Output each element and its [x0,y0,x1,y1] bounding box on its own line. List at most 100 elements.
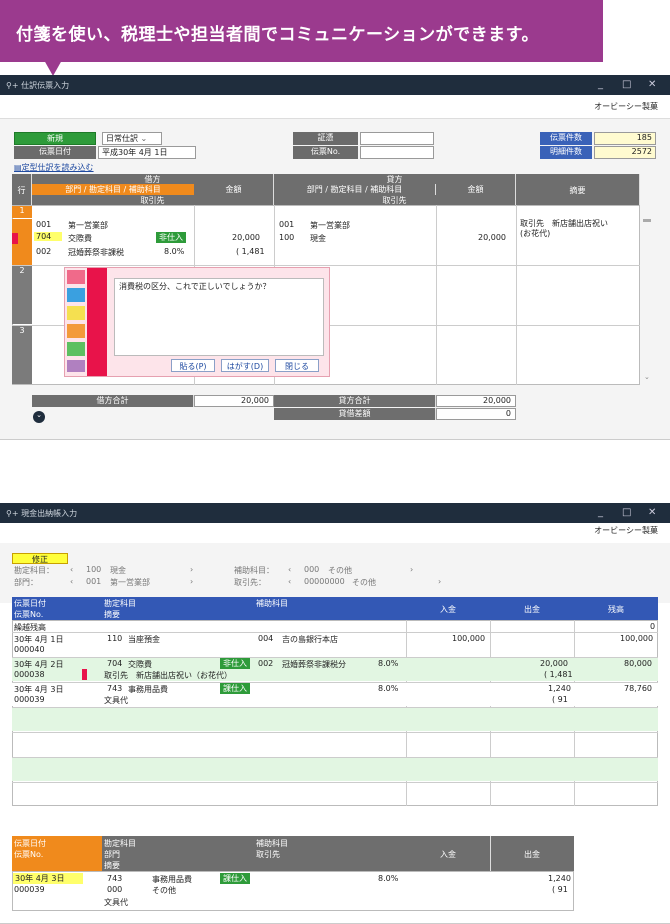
filter-account-next[interactable]: › [190,565,193,574]
slip-no-field[interactable] [360,146,434,159]
row-account-code[interactable]: 704 [107,659,122,668]
credit-account-code[interactable]: 100 [279,233,294,242]
credit-dept-code[interactable]: 001 [279,220,294,229]
credit-account-header: 部門 / 勘定科目 / 補助科目 [274,184,436,195]
footer-out-label: 出金 [524,850,540,859]
color-swatch-yellow[interactable] [67,306,85,320]
sticky-note-marker[interactable] [82,669,87,680]
date-field[interactable]: 平成30年 4月 1日 [98,146,196,159]
filter-account-code[interactable]: 100 [86,565,101,574]
footer-partner-label: 取引先 [256,850,280,859]
minimize-icon[interactable]: _ [598,79,603,90]
close-icon[interactable]: ✕ [648,507,656,518]
filter-partner-code[interactable]: 00000000 [304,577,345,586]
hdr-in: 入金 [440,605,456,614]
debit-account-code[interactable]: 704 [34,232,62,241]
footer-dept-code[interactable]: 000 [107,885,122,894]
debit-header: 借方 [32,174,274,184]
color-swatch-pink[interactable] [67,270,85,284]
row-sub-code[interactable]: 002 [258,659,273,668]
row-account-name: 事務用品費 [128,685,168,694]
credit-total-label: 貸方合計 [274,395,436,407]
row-account-code[interactable]: 743 [107,684,122,693]
new-button[interactable]: 新規 [14,132,96,145]
maximize-icon[interactable]: □ [622,79,631,90]
credit-amount[interactable]: 20,000 [478,233,506,242]
empty-row[interactable] [12,757,658,781]
hdr-slip: 伝票No. [14,610,44,619]
footer-account-label: 勘定科目 [104,839,136,848]
color-swatch-purple[interactable] [67,360,85,372]
footer-account-code[interactable]: 743 [107,874,122,883]
cashbook-window: ⚲+ 現金出納帳入力 _ □ ✕ オービーシー製菓 修正 勘定科目： ‹ 100… [0,503,670,924]
debit-sub-code[interactable]: 002 [36,247,51,256]
filter-sub-prev[interactable]: ‹ [288,565,291,574]
empty-row[interactable] [12,732,658,756]
load-template-link[interactable]: ▤定型仕訳を読み込む [14,162,94,173]
filter-dept-code[interactable]: 001 [86,577,101,586]
empty-row[interactable] [12,782,658,806]
color-swatch-blue[interactable] [67,288,85,302]
footer-date-field[interactable]: 30年 4月 3日 [13,873,83,884]
color-swatch-green[interactable] [67,342,85,356]
filter-sub-next[interactable]: › [410,565,413,574]
filter-account-prev[interactable]: ‹ [70,565,73,574]
hdr-sub: 補助科目 [256,599,288,608]
row-summary[interactable]: 文具代 [104,695,128,706]
window-titlebar: ⚲+ 仕訳伝票入力 _ □ ✕ [0,75,670,95]
row-sub-name: 吉の島銀行本店 [282,635,338,644]
row-out[interactable]: 20,000 [540,659,568,668]
footer-out[interactable]: 1,240 [548,874,571,883]
row-date[interactable]: 30年 4月 2日 [14,659,63,670]
row-account-code[interactable]: 110 [107,634,122,643]
debit-total-label: 借方合計 [32,395,194,407]
row-in[interactable]: 100,000 [452,634,485,643]
credit-dept-name: 第一営業部 [310,221,350,230]
summary-header: 摘要 [516,174,640,205]
footer-summary[interactable]: 文具代 [104,897,128,908]
debit-dept-code[interactable]: 001 [36,220,51,229]
summary-text[interactable]: 取引先 新店舗出店祝い (お花代) [520,219,620,239]
carry-balance: 0 [650,622,656,631]
close-note-button[interactable]: 閉じる [275,359,319,372]
maximize-icon[interactable]: □ [622,507,631,518]
row-date[interactable]: 30年 4月 3日 [14,684,63,695]
filter-partner-prev[interactable]: ‹ [288,577,291,586]
paste-button[interactable]: 貼る(P) [171,359,215,372]
filter-partner-next[interactable]: › [438,577,441,586]
row-account-name: 当座預金 [128,635,160,644]
remove-button[interactable]: はがす(D) [221,359,269,372]
filter-sub-code[interactable]: 000 [304,565,319,574]
col-row-header: 行 [12,174,32,205]
filter-dept-prev[interactable]: ‹ [70,577,73,586]
row-sub-code[interactable]: 004 [258,634,273,643]
window-title-2: ⚲+ 現金出納帳入力 [6,509,78,518]
row-out[interactable]: 1,240 [548,684,571,693]
minimize-icon[interactable]: _ [598,507,603,518]
sticky-note-text[interactable]: 消費税の区分、これで正しいでしょうか？ [114,278,324,356]
row-tax-tag[interactable]: 非仕入 [220,658,250,669]
empty-row[interactable] [12,707,658,731]
row-number-1[interactable]: 1 [12,206,32,218]
row-summary[interactable]: 取引先 新店舗出店祝い（お花代） [104,670,232,681]
footer-tax-tag[interactable]: 課仕入 [220,873,250,884]
mode-indicator: 修正 [12,553,68,564]
row-tax-tag[interactable]: 課仕入 [220,683,250,694]
journal-entry-window: ⚲+ 仕訳伝票入力 _ □ ✕ オービーシー製菓 新規 日常仕訳 ⌄ 伝票日付 … [0,75,670,440]
journal-type-select[interactable]: 日常仕訳 ⌄ [102,132,162,145]
template-icon: ▤ [14,163,22,172]
row-date[interactable]: 30年 4月 1日 [14,634,63,645]
row-number-2[interactable]: 2 [12,266,32,324]
filter-dept-next[interactable]: › [190,577,193,586]
sticky-note-marker[interactable] [12,233,18,244]
debit-tax-tag[interactable]: 非仕入 [156,232,186,243]
row-number-3[interactable]: 3 [12,326,32,384]
scroll-down-icon: ⌄ [644,373,650,381]
evidence-field[interactable] [360,132,434,145]
expand-icon[interactable]: ⌄ [33,411,45,423]
color-swatch-orange[interactable] [67,324,85,338]
scrollbar[interactable]: ⌄ [640,205,654,385]
close-icon[interactable]: ✕ [648,79,656,90]
debit-amount[interactable]: 20,000 [232,233,260,242]
debit-dept-name: 第一営業部 [68,221,108,230]
